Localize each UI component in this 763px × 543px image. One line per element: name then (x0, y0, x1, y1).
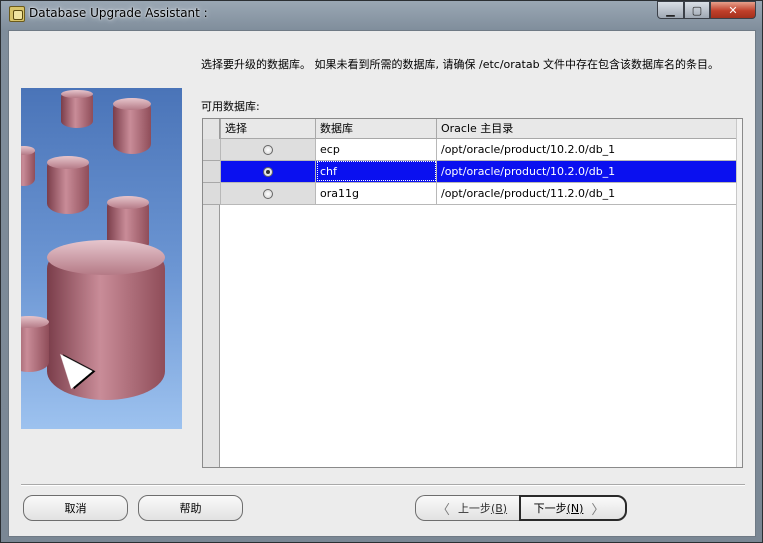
oracle-home-cell[interactable]: /opt/oracle/product/11.2.0/db_1 (436, 181, 738, 205)
database-cylinder-icon (47, 156, 89, 214)
cancel-button[interactable]: 取消 (23, 495, 128, 521)
database-grid: 选择 数据库 Oracle 主目录 ecp /opt/oracle/produc… (220, 119, 738, 205)
back-button[interactable]: 〈 上一步 (B) (415, 495, 520, 521)
database-cylinder-icon (21, 146, 35, 186)
database-cylinder-icon (113, 98, 151, 154)
table-row[interactable]: ecp /opt/oracle/product/10.2.0/db_1 (220, 137, 738, 161)
select-cell[interactable] (220, 137, 316, 161)
database-table: 选择 数据库 Oracle 主目录 ecp /opt/oracle/produc… (202, 118, 743, 468)
column-header-select[interactable]: 选择 (220, 119, 316, 139)
back-button-label: 上一步 (457, 502, 491, 515)
radio-button-selected[interactable] (263, 166, 273, 177)
row-header[interactable] (203, 161, 220, 183)
database-cylinder-icon (21, 316, 49, 372)
database-cylinder-icon (61, 90, 93, 128)
title-bar[interactable]: Database Upgrade Assistant : ▁ ▢ ✕ (1, 1, 762, 29)
window-controls: ▁ ▢ ✕ (657, 1, 756, 21)
oracle-home-cell[interactable]: /opt/oracle/product/10.2.0/db_1 (436, 159, 738, 183)
next-button[interactable]: 下一步 (N) 〉 (519, 495, 627, 521)
oracle-home-cell[interactable]: /opt/oracle/product/10.2.0/db_1 (436, 137, 738, 161)
row-header[interactable] (203, 139, 220, 161)
table-scrollbar[interactable] (736, 119, 742, 467)
footer-divider (21, 484, 745, 486)
available-databases-label: 可用数据库: (201, 100, 260, 113)
row-header[interactable] (203, 183, 220, 205)
row-header-column (203, 119, 220, 467)
next-button-mnemonic: (N) (566, 501, 584, 515)
select-cell[interactable] (220, 159, 316, 183)
app-icon (9, 6, 25, 22)
dialog-client-area: 选择要升级的数据库。 如果未看到所需的数据库, 请确保 /etc/oratab … (8, 30, 756, 537)
close-button[interactable]: ✕ (710, 1, 756, 19)
minimize-button[interactable]: ▁ (657, 1, 684, 19)
chevron-right-icon: 〉 (591, 502, 605, 518)
navigation-buttons: 〈 上一步 (B) 下一步 (N) 〉 (415, 495, 627, 521)
back-button-mnemonic: (B) (490, 501, 508, 515)
column-header-database[interactable]: 数据库 (315, 119, 437, 139)
maximize-button[interactable]: ▢ (684, 1, 710, 19)
next-button-label: 下一步 (533, 502, 567, 515)
dbua-window: Database Upgrade Assistant : ▁ ▢ ✕ 选择要升级… (0, 0, 763, 543)
database-name-cell[interactable]: ecp (315, 137, 437, 161)
database-illustration (21, 88, 182, 429)
chevron-left-icon: 〈 (436, 502, 450, 518)
table-row[interactable]: chf /opt/oracle/product/10.2.0/db_1 (220, 159, 738, 183)
window-title: Database Upgrade Assistant : (29, 6, 208, 20)
instruction-text: 选择要升级的数据库。 如果未看到所需的数据库, 请确保 /etc/oratab … (201, 58, 720, 71)
radio-button[interactable] (263, 188, 273, 199)
database-name-cell[interactable]: ora11g (315, 181, 437, 205)
select-cell[interactable] (220, 181, 316, 205)
table-row[interactable]: ora11g /opt/oracle/product/11.2.0/db_1 (220, 181, 738, 205)
database-name-cell[interactable]: chf (315, 159, 437, 183)
column-header-oracle-home[interactable]: Oracle 主目录 (436, 119, 738, 139)
help-button[interactable]: 帮助 (138, 495, 243, 521)
table-header-row: 选择 数据库 Oracle 主目录 (220, 119, 738, 139)
radio-button[interactable] (263, 144, 273, 155)
